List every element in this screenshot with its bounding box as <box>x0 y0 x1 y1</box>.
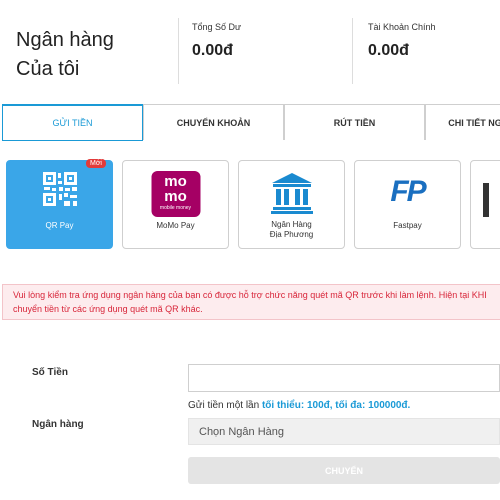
header-divider <box>352 18 353 84</box>
total-balance-value: 0.00đ <box>192 42 233 59</box>
transaction-tabs: GỬI TIỀN CHUYỂN KHOẢN RÚT TIỀN CHI TIẾT … <box>2 104 500 141</box>
new-badge: Mới <box>86 159 106 168</box>
fastpay-logo-icon: FP <box>390 175 426 208</box>
hint-prefix: Gửi tiền một lần <box>188 400 260 411</box>
page-header: Ngân hàng Của tôi Tổng Số Dư 0.00đ Tài K… <box>0 0 500 95</box>
payment-methods: Mới QR Pay mo mo mobile money MoMo Pay N… <box>6 159 500 250</box>
method-qr-pay[interactable]: Mới QR Pay <box>6 159 113 249</box>
page-title-line1: Ngân hàng <box>16 29 114 51</box>
method-label: MoMo Pay <box>156 221 195 230</box>
tab-deposit[interactable]: GỬI TIỀN <box>2 104 143 141</box>
total-balance: Tổng Số Dư 0.00đ <box>192 22 241 60</box>
amount-hint: Gửi tiền một lần tối thiểu: 100đ, tối đa… <box>188 400 410 411</box>
page-title-line2: Của tôi <box>16 58 80 80</box>
main-account-label: Tài Khoản Chính <box>368 22 436 32</box>
method-local-bank[interactable]: Ngân Hàng Địa Phương <box>238 160 345 249</box>
main-account-balance: Tài Khoản Chính 0.00đ <box>368 22 436 60</box>
more-icon <box>483 183 489 217</box>
amount-label: Số Tiền <box>32 367 68 378</box>
submit-button[interactable]: CHUYỂN <box>188 457 500 484</box>
total-balance-label: Tổng Số Dư <box>192 22 242 32</box>
bank-select[interactable]: Chọn Ngân Hàng <box>188 418 500 445</box>
method-label: Fastpay <box>393 221 422 230</box>
page-title: Ngân hàng Của tôi <box>16 26 176 84</box>
hint-limits: tối thiểu: 100đ, tối đa: 100000đ. <box>261 400 411 411</box>
amount-input[interactable] <box>188 364 500 392</box>
method-more[interactable] <box>470 160 500 249</box>
qr-support-alert: Vui lòng kiểm tra ứng dụng ngân hàng của… <box>2 284 500 320</box>
tab-transfer[interactable]: CHUYỂN KHOẢN <box>143 104 284 140</box>
method-label: QR Pay <box>45 221 74 230</box>
header-divider <box>178 18 179 84</box>
qr-code-icon <box>42 172 77 206</box>
method-momo-pay[interactable]: mo mo mobile money MoMo Pay <box>122 160 229 249</box>
alert-line2: chuyển tiền từ các ứng dụng quét mã QR k… <box>13 304 203 314</box>
tab-withdraw[interactable]: RÚT TIỀN <box>284 104 425 140</box>
method-fastpay[interactable]: FP Fastpay <box>354 160 461 249</box>
method-label: Ngân Hàng Địa Phương <box>269 220 314 239</box>
bank-icon <box>270 173 313 214</box>
momo-logo-icon: mo mo mobile money <box>151 171 200 217</box>
main-account-value: 0.00đ <box>368 42 409 59</box>
bank-label: Ngân hàng <box>32 419 84 430</box>
alert-line1: Vui lòng kiểm tra ứng dụng ngân hàng của… <box>13 290 487 300</box>
tab-details[interactable]: CHI TIẾT NG <box>425 104 500 140</box>
